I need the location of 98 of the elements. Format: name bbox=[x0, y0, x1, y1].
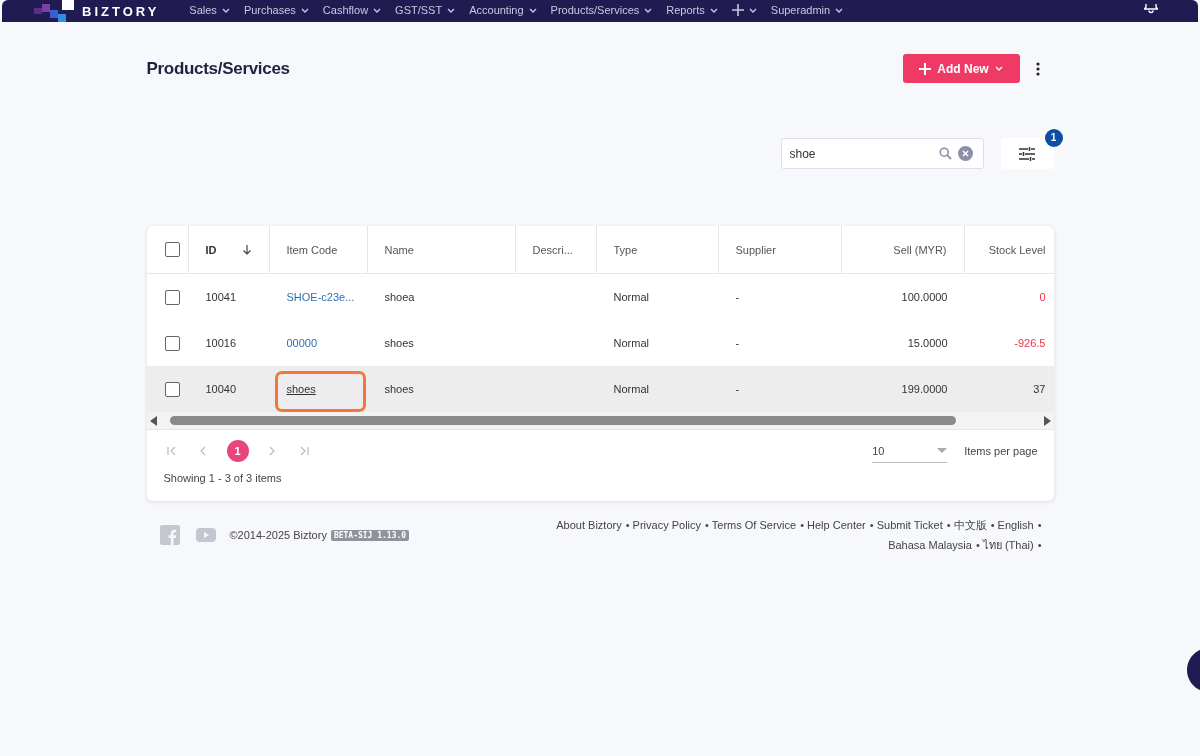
table-cell: shoea bbox=[384, 291, 415, 303]
item-code-link[interactable]: SHOE-c23e... bbox=[286, 291, 355, 303]
caret-icon bbox=[447, 8, 456, 13]
column-header[interactable]: Descri... bbox=[515, 226, 597, 273]
caret-icon bbox=[300, 8, 309, 13]
nav-menu-item[interactable]: Sales bbox=[189, 4, 230, 17]
table-cell: Normal bbox=[613, 383, 649, 395]
filter-count-badge: 1 bbox=[1044, 129, 1063, 147]
table-cell: 100.0000 bbox=[901, 291, 948, 303]
search-field[interactable]: shoe bbox=[780, 138, 984, 169]
separator-dot: • bbox=[946, 519, 951, 531]
nav-menu-item[interactable]: GST/SST bbox=[395, 4, 456, 17]
column-header[interactable]: Item Code bbox=[269, 226, 368, 273]
table-cell: - bbox=[735, 337, 740, 349]
nav-label: Purchases bbox=[243, 4, 296, 17]
nav-menu-item[interactable]: Cashflow bbox=[322, 4, 382, 17]
caret-icon bbox=[644, 8, 653, 13]
nav-menu-item[interactable]: Superadmin bbox=[770, 4, 844, 17]
sort-arrow-icon bbox=[241, 244, 252, 255]
caret-icon bbox=[709, 8, 718, 13]
separator-dot: • bbox=[990, 519, 995, 531]
separator-dot: • bbox=[1037, 519, 1042, 531]
caret-icon bbox=[835, 8, 844, 13]
separator-dot: • bbox=[625, 519, 630, 531]
caret-icon bbox=[373, 8, 382, 13]
table-cell: Normal bbox=[613, 337, 649, 349]
plus-icon bbox=[919, 62, 932, 75]
separator-dot: • bbox=[869, 519, 874, 531]
checkbox[interactable] bbox=[164, 381, 180, 397]
table-cell: 10040 bbox=[205, 383, 237, 395]
footer-link[interactable]: English bbox=[997, 519, 1034, 531]
page-title: Products/Services bbox=[146, 58, 290, 79]
separator-dot: • bbox=[1037, 539, 1042, 551]
table-cell: shoes bbox=[384, 383, 414, 395]
page-button[interactable]: 1 bbox=[226, 440, 249, 462]
column-header[interactable]: Sell (MYR) bbox=[841, 226, 965, 273]
dropdown-triangle-icon bbox=[937, 448, 948, 453]
add-new-button[interactable]: Add New bbox=[902, 54, 1020, 83]
table-cell: 199.0000 bbox=[901, 383, 948, 395]
nav-label: Accounting bbox=[469, 4, 524, 17]
column-header[interactable]: Supplier bbox=[718, 226, 842, 273]
column-header[interactable]: ID bbox=[188, 226, 270, 273]
table-cell: 10041 bbox=[205, 291, 237, 303]
bell-icon[interactable] bbox=[1144, 4, 1158, 14]
plus-icon bbox=[731, 4, 744, 16]
caret-icon bbox=[528, 8, 537, 13]
checkbox[interactable] bbox=[164, 289, 180, 305]
items-per-page-label: Items per page bbox=[964, 445, 1038, 457]
copyright-text: ©2014-2025 Biztory bbox=[229, 529, 327, 541]
item-code-link[interactable]: shoes bbox=[286, 383, 316, 395]
create-menu[interactable] bbox=[731, 4, 757, 16]
footer-link[interactable]: Submit Ticket bbox=[876, 519, 943, 531]
footer-link[interactable]: Help Center bbox=[807, 519, 866, 531]
column-header[interactable]: Type bbox=[596, 226, 719, 273]
footer-link[interactable]: ไทย (Thai) bbox=[982, 539, 1034, 551]
checkbox[interactable] bbox=[164, 242, 180, 257]
separator-dot: • bbox=[975, 539, 980, 551]
horizontal-scrollbar[interactable] bbox=[146, 412, 1054, 430]
column-header[interactable]: Name bbox=[367, 226, 516, 273]
footer-link[interactable]: Privacy Policy bbox=[632, 519, 702, 531]
column-header[interactable]: Stock Level bbox=[964, 226, 1054, 273]
caret-icon bbox=[994, 66, 1003, 71]
table-cell: - bbox=[735, 291, 740, 303]
version-label: BETA-SIJ 1.13.0 bbox=[330, 529, 410, 541]
sliders-icon bbox=[1019, 146, 1035, 161]
nav-menu-item[interactable]: Purchases bbox=[243, 4, 309, 17]
nav-label: GST/SST bbox=[395, 4, 443, 17]
table-cell: 0 bbox=[1039, 291, 1046, 303]
items-per-page-dropdown[interactable]: 10 bbox=[872, 439, 948, 463]
table-cell: Normal bbox=[613, 291, 649, 303]
table-cell: shoes bbox=[384, 337, 414, 349]
nav-label: Superadmin bbox=[770, 4, 831, 17]
brand-name: BIZTORY bbox=[82, 4, 160, 19]
nav-label: Sales bbox=[189, 4, 217, 17]
footer-link[interactable]: Terms Of Service bbox=[711, 519, 797, 531]
search-icon[interactable] bbox=[938, 147, 952, 160]
footer-link[interactable]: 中文版 bbox=[953, 519, 987, 531]
nav-label: Reports bbox=[666, 4, 705, 17]
separator-dot: • bbox=[800, 519, 804, 531]
separator-dot: • bbox=[705, 519, 709, 531]
nav-menu-item[interactable]: Reports bbox=[666, 4, 718, 17]
nav-label: Cashflow bbox=[322, 4, 369, 17]
scroll-right-icon[interactable] bbox=[1042, 415, 1051, 426]
checkbox[interactable] bbox=[164, 335, 180, 351]
footer-link[interactable]: Bahasa Malaysia bbox=[888, 539, 972, 551]
item-code-link[interactable]: 00000 bbox=[286, 337, 318, 349]
footer-link[interactable]: About Biztory bbox=[556, 519, 622, 531]
scroll-left-icon[interactable] bbox=[149, 415, 158, 426]
clear-icon[interactable] bbox=[957, 146, 973, 161]
nav-menu-item[interactable]: Accounting bbox=[469, 4, 537, 17]
caret-icon bbox=[221, 8, 230, 13]
table-cell: 37 bbox=[1033, 383, 1046, 395]
table-cell: 10016 bbox=[205, 337, 237, 349]
table-cell: - bbox=[735, 383, 740, 395]
pagination-summary: Showing 1 - 3 of 3 items bbox=[162, 472, 283, 484]
table-cell: -926.5 bbox=[1014, 337, 1046, 349]
caret-icon bbox=[748, 7, 757, 13]
table-cell: 15.0000 bbox=[907, 337, 948, 349]
